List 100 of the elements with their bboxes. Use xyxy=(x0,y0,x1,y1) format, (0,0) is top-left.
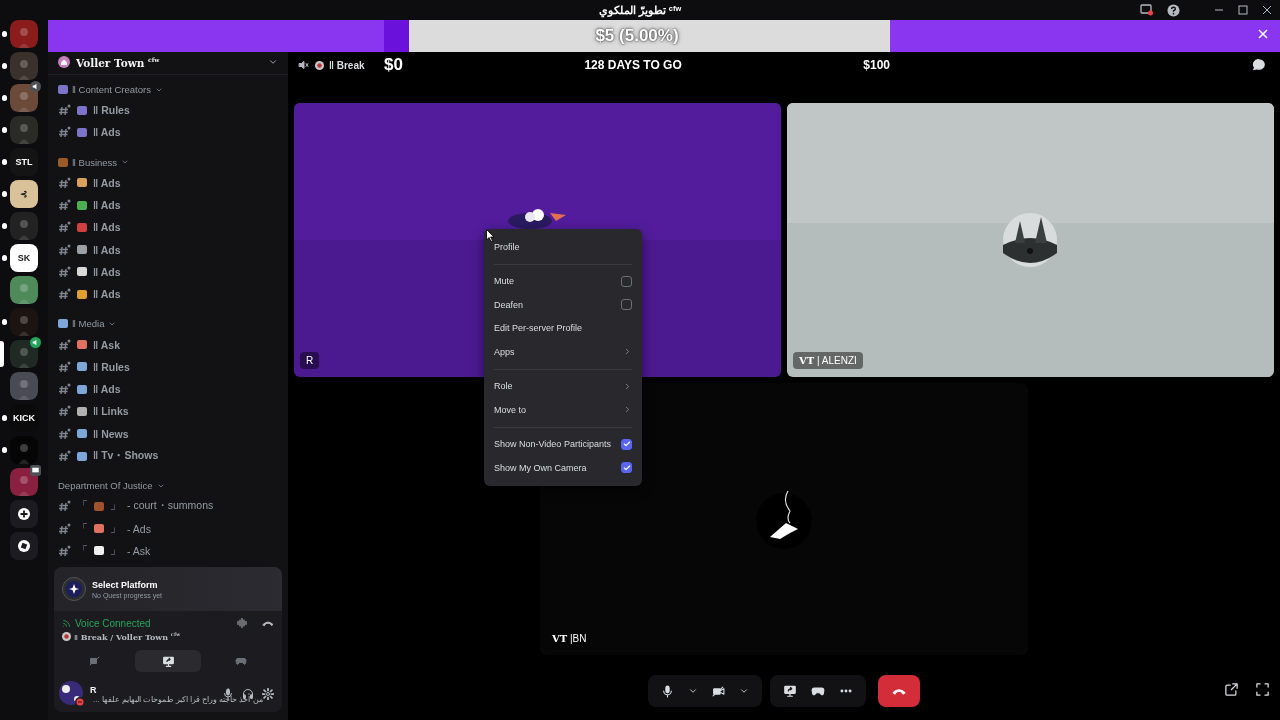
signal-icon xyxy=(62,618,72,629)
checkbox[interactable] xyxy=(621,299,632,311)
channel-name[interactable]: ǁ Ads xyxy=(93,265,121,278)
channel-name: ǁ Break xyxy=(329,59,365,71)
server-icon[interactable]: KICK xyxy=(10,404,38,432)
channel-hash-icon xyxy=(58,176,71,189)
screen-share-icon xyxy=(161,654,175,668)
channel-name[interactable]: ǁ Links xyxy=(93,405,129,418)
channel-name[interactable]: ǁ Ads xyxy=(93,199,121,212)
participant-name: R xyxy=(300,352,320,369)
goal-amount: $100 xyxy=(863,58,890,72)
channel-hash-icon xyxy=(58,265,71,278)
orb-icon xyxy=(62,577,86,602)
hang-up-button[interactable] xyxy=(878,675,920,707)
waveform-icon xyxy=(236,617,248,630)
bracket: 「 xyxy=(77,499,88,514)
quest-title[interactable]: Select Platform xyxy=(92,579,163,590)
server-icon[interactable] xyxy=(10,468,38,496)
menu-item[interactable]: Role xyxy=(484,374,642,398)
category-name[interactable]: ǁ Media xyxy=(72,318,105,330)
checkbox[interactable] xyxy=(621,438,632,450)
cursor-icon xyxy=(486,229,495,242)
menu-item[interactable]: Profile xyxy=(484,235,642,259)
server-logo-text: ⊰ xyxy=(20,189,28,199)
channel-name[interactable]: - court・summons xyxy=(127,499,214,514)
channel-name[interactable]: ǁ Ads xyxy=(93,126,121,139)
channel-name[interactable]: ǁ Ads xyxy=(93,288,121,301)
menu-item[interactable]: Edit Per-server Profile xyxy=(484,316,642,340)
channel-name[interactable]: ǁ News xyxy=(93,427,129,440)
server-icon[interactable]: ⊰ xyxy=(10,180,38,208)
channel-hash-icon xyxy=(58,405,71,418)
server-icon[interactable] xyxy=(10,340,38,368)
caret-icon xyxy=(739,686,749,696)
speaker-icon xyxy=(298,59,310,71)
add-server-icon[interactable] xyxy=(10,500,38,528)
server-header[interactable]: Voller Town $^{cfw}$ xyxy=(48,52,288,75)
channel-hash-icon xyxy=(58,338,71,351)
participant-name: VT |BN xyxy=(551,632,588,646)
avatar-icon[interactable] xyxy=(58,680,86,708)
settings-icon xyxy=(262,688,274,700)
menu-item[interactable]: Apps xyxy=(484,340,642,364)
channel-name[interactable]: ǁ Ads xyxy=(93,383,121,396)
checkbox[interactable] xyxy=(621,275,632,287)
menu-item[interactable]: Mute xyxy=(484,269,642,293)
checkbox[interactable] xyxy=(621,462,632,474)
voice-status: Voice Connected xyxy=(75,617,151,629)
channel-name[interactable]: - Ask xyxy=(127,544,151,557)
server-icon[interactable]: SK xyxy=(10,244,38,272)
close-icon[interactable] xyxy=(1262,5,1272,15)
channel-name[interactable]: ǁ Ask xyxy=(93,338,120,351)
menu-item[interactable]: Show Non-Video Participants xyxy=(484,432,642,456)
category-name[interactable]: Department Of Justice xyxy=(58,480,153,492)
channel-name[interactable]: ǁ Ads xyxy=(93,176,121,189)
gamepad-icon xyxy=(234,655,247,667)
check-icon xyxy=(622,463,631,472)
voice-channel-link[interactable]: ǁ Break / Voller Town $^{cfw}$ xyxy=(74,631,181,642)
channel-name[interactable]: ǁ Rules xyxy=(93,104,130,117)
chevron-right-icon xyxy=(623,405,632,415)
category-name[interactable]: ǁ Content Creators xyxy=(72,84,151,95)
menu-item[interactable]: Move to xyxy=(484,398,642,422)
maximize-icon[interactable] xyxy=(1238,5,1248,15)
window-title: تطويرّ الملكوي ᶜᶠʷ xyxy=(598,4,682,16)
server-logo-text: KICK xyxy=(13,413,35,423)
menu-item[interactable]: Deafen xyxy=(484,293,642,317)
channel-hash-icon xyxy=(58,427,71,440)
chat-icon xyxy=(1252,58,1266,72)
countdown: 128 DAYS TO GO xyxy=(584,58,682,72)
help-icon[interactable] xyxy=(1167,3,1180,17)
avatar-icon xyxy=(62,632,71,642)
screen-share-button[interactable] xyxy=(134,650,202,672)
channel-name[interactable]: ǁ Tv・Shows xyxy=(93,449,159,463)
home-icon xyxy=(58,56,70,68)
channel-name[interactable]: ǁ Ads xyxy=(93,243,121,256)
check-icon xyxy=(622,440,631,449)
progress-text: $5 (5.00%) xyxy=(595,26,679,46)
microphone-icon xyxy=(661,684,674,698)
screen-icon[interactable] xyxy=(1140,4,1153,16)
channel-name[interactable]: - Ads xyxy=(127,522,151,535)
chevron-right-icon xyxy=(623,347,632,357)
camera-off-icon xyxy=(89,655,102,667)
channel-name[interactable]: ǁ Rules xyxy=(93,360,130,373)
fullscreen-icon xyxy=(1255,682,1270,697)
channel-hash-icon xyxy=(58,199,71,212)
server-logo-text: SK xyxy=(17,253,31,263)
category-name[interactable]: ǁ Business xyxy=(72,156,118,168)
chevron-right-icon xyxy=(623,381,632,391)
channel-hash-icon xyxy=(58,243,71,256)
bracket: 」 xyxy=(110,543,121,558)
menu-item[interactable]: Show My Own Camera xyxy=(484,456,642,480)
participant-name: VT | ALENZI xyxy=(793,352,863,369)
camera-off-icon xyxy=(712,684,725,698)
channel-hash-icon xyxy=(58,500,71,513)
server-icon[interactable]: STL xyxy=(10,148,38,176)
bracket: 」 xyxy=(110,521,121,536)
channel-name[interactable]: ǁ Ads xyxy=(93,221,121,234)
server-icon[interactable] xyxy=(10,276,38,304)
channel-hash-icon xyxy=(58,104,71,117)
discover-icon[interactable] xyxy=(10,532,38,560)
avatar-icon xyxy=(315,60,324,70)
channel-hash-icon xyxy=(58,544,71,557)
